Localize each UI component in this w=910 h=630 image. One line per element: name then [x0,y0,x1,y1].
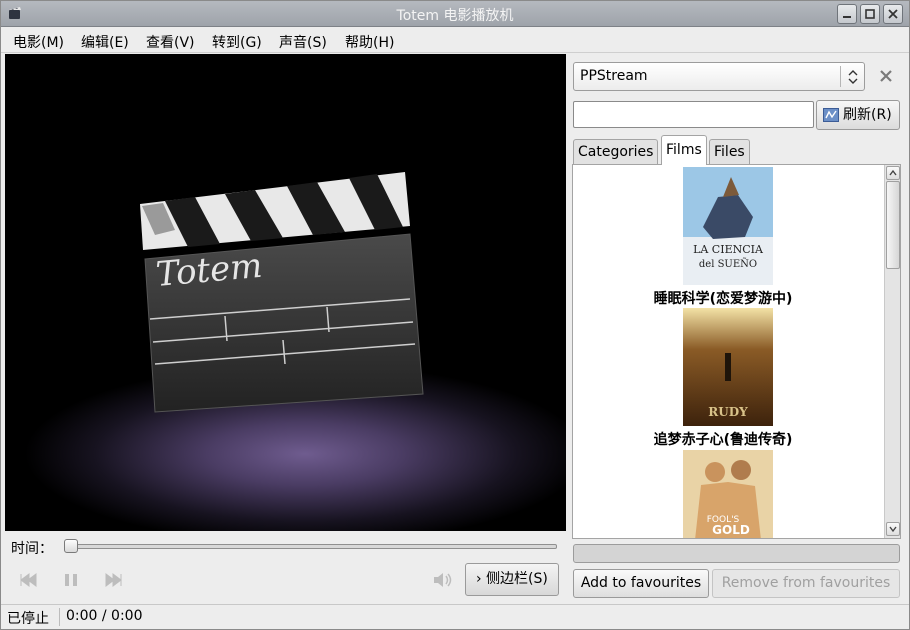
maximize-button[interactable] [860,4,880,24]
tab-films[interactable]: Films [661,135,707,165]
maximize-icon [865,9,875,19]
skip-back-icon[interactable] [17,569,41,591]
combo-separator [840,66,841,87]
status-bar: 已停止 0:00 / 0:00 [1,604,909,629]
skip-forward-icon[interactable] [101,569,125,591]
menu-edit[interactable]: 编辑(E) [81,32,129,52]
playback-state: 已停止 [7,611,49,627]
totem-logo: Totem [140,172,424,413]
minimize-button[interactable] [837,4,857,24]
volume-icon[interactable] [430,569,454,591]
chevron-up-icon [889,169,897,176]
remove-favourites-button[interactable]: Remove from favourites [712,569,900,598]
film-title: 追梦赤子心(鲁迪传奇) [653,432,793,448]
poster-title-line2: del SUEÑO [699,258,757,270]
poster-title-line1: RUDY [708,405,748,419]
chevron-right-icon: › [476,571,482,587]
film-poster[interactable]: LA CIENCIA del SUEÑO [683,167,773,285]
scroll-down-button[interactable] [886,522,900,536]
menu-go[interactable]: 转到(G) [212,32,262,52]
films-list: LA CIENCIA del SUEÑO 睡眠科学(恋爱梦游中) RUDY 追梦… [572,164,901,539]
scroll-up-button[interactable] [886,166,900,180]
poster-title-line2: GOLD [712,523,750,537]
plugin-select[interactable]: PPStream [573,62,865,91]
film-poster[interactable]: RUDY [683,308,773,426]
refresh-icon [823,108,839,122]
time-label: 时间： [11,541,53,557]
loading-progress-bar [573,544,900,563]
close-button[interactable] [883,4,903,24]
tab-files[interactable]: Files [709,139,750,164]
menu-bar: 电影(M) 编辑(E) 查看(V) 转到(G) 声音(S) 帮助(H) [1,28,909,53]
refresh-button[interactable]: 刷新(R) [816,100,900,130]
status-separator [59,608,60,626]
menu-movie[interactable]: 电影(M) [13,32,64,52]
close-icon [888,9,898,19]
pane-resize-handle[interactable] [567,54,571,599]
combo-arrows-icon [848,70,858,84]
film-title: 睡眠科学(恋爱梦游中) [653,291,793,307]
minimize-icon [843,16,851,18]
refresh-label: 刷新(R) [843,107,892,123]
add-favourites-button[interactable]: Add to favourites [573,569,709,598]
chevron-down-icon [889,526,897,533]
film-poster[interactable]: FOOL'S GOLD [683,450,773,539]
time-display: 0:00 / 0:00 [66,608,143,624]
menu-sound[interactable]: 声音(S) [279,32,327,52]
seek-bar[interactable] [67,544,557,549]
seek-handle[interactable] [64,539,78,553]
plugin-select-value: PPStream [580,68,648,84]
menu-help[interactable]: 帮助(H) [345,32,394,52]
films-scrollbar[interactable] [884,165,900,538]
pause-icon[interactable] [59,569,83,591]
sidebar-toggle-label: 侧边栏(S) [486,571,548,587]
window-title: Totem 电影播放机 [396,8,514,24]
title-bar[interactable]: Totem 电影播放机 [1,1,909,27]
totem-window: Totem 电影播放机 电影(M) 编辑(E) 查看(V) 转到(G) 声音(S… [0,0,910,630]
scroll-thumb[interactable] [886,181,900,269]
close-sidebar-icon[interactable] [878,68,894,84]
menu-view[interactable]: 查看(V) [146,32,195,52]
search-input[interactable] [573,101,814,128]
sidebar-toggle-button[interactable]: › 侧边栏(S) [465,563,559,596]
video-area[interactable]: Totem [5,54,566,531]
poster-title-line1: LA CIENCIA [693,243,764,256]
tab-categories[interactable]: Categories [573,139,659,164]
